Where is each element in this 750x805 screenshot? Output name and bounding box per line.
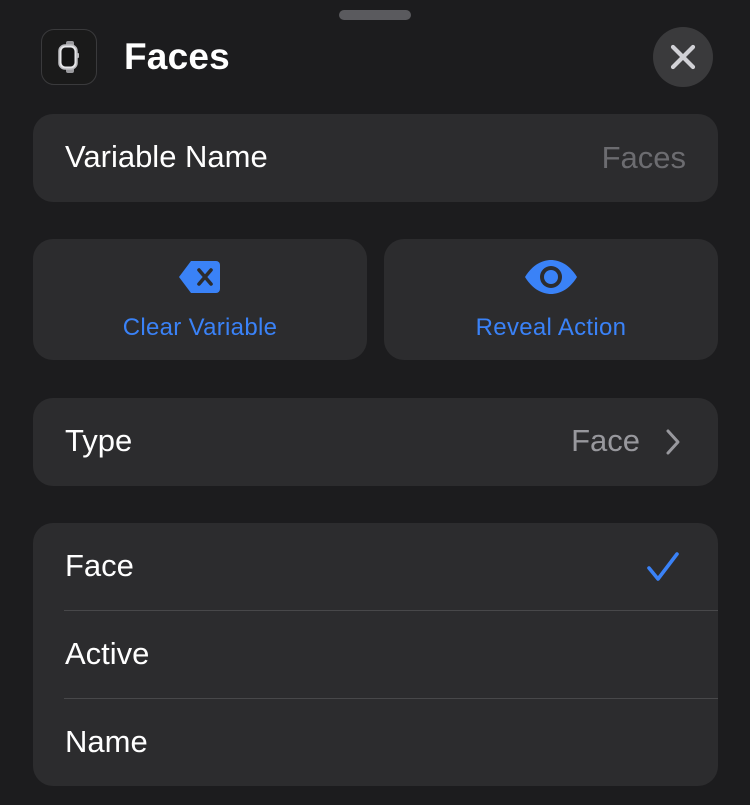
list-item-active[interactable]: Active: [33, 611, 718, 699]
close-icon: [670, 44, 696, 70]
list-item-face[interactable]: Face: [33, 523, 718, 611]
list-item-label: Face: [65, 548, 134, 583]
watch-face-icon: [41, 29, 97, 85]
reveal-action-label: Reveal Action: [475, 314, 627, 341]
close-button[interactable]: [653, 27, 713, 87]
list-item-label: Name: [65, 724, 148, 759]
backspace-icon: [179, 261, 220, 293]
type-row[interactable]: Type Face: [33, 398, 718, 486]
list-item-name[interactable]: Name: [33, 699, 718, 786]
type-label: Type: [65, 423, 133, 458]
property-list: Face Active Name: [33, 523, 718, 786]
type-value: Face: [571, 423, 640, 458]
sheet-grabber[interactable]: [339, 10, 411, 20]
list-item-label: Active: [65, 636, 150, 671]
variable-name-input[interactable]: [386, 136, 686, 180]
page-title: Faces: [124, 36, 230, 77]
clear-variable-button[interactable]: Clear Variable: [33, 239, 367, 360]
variable-name-row: Variable Name: [33, 114, 718, 202]
sheet-header: Faces: [41, 27, 713, 87]
variable-sheet: Faces Variable Name Clear Variable R: [0, 0, 750, 805]
checkmark-icon: [647, 552, 679, 581]
chevron-right-icon: [666, 429, 680, 455]
clear-variable-label: Clear Variable: [122, 314, 278, 341]
eye-icon: [525, 260, 577, 294]
variable-name-label: Variable Name: [65, 139, 268, 174]
reveal-action-button[interactable]: Reveal Action: [384, 239, 718, 360]
